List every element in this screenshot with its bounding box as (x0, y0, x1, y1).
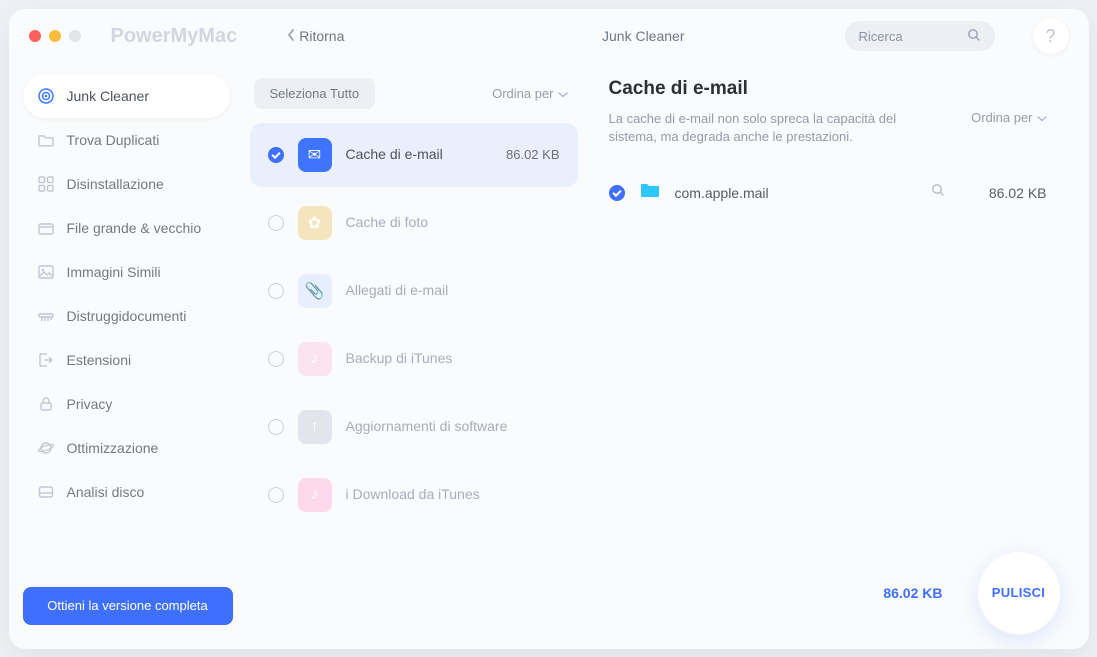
detail-row[interactable]: com.apple.mail 86.02 KB (609, 181, 1047, 204)
category-label: Backup di iTunes (346, 350, 560, 367)
category-item[interactable]: 📎 Allegati di e-mail (250, 259, 578, 323)
disk-icon (37, 483, 55, 501)
footer: 86.02 KB PULISCI (883, 551, 1060, 635)
shredder-icon (37, 307, 55, 325)
checkbox[interactable] (268, 215, 284, 231)
total-size: 86.02 KB (883, 585, 942, 601)
category-list: ✉ Cache di e-mail 86.02 KB ✿ Cache di foto 📎 A… (244, 119, 588, 649)
select-all-button[interactable]: Seleziona Tutto (254, 78, 376, 109)
sidebar-item-label: Immagini Simili (67, 264, 161, 280)
exit-icon (37, 351, 55, 369)
detail-item-name: com.apple.mail (675, 185, 917, 201)
app-window: PowerMyMac Ritorna Junk Cleaner Ricerca … (9, 9, 1089, 649)
sidebar-item-label: Estensioni (67, 352, 132, 368)
sidebar-item-label: Ottimizzazione (67, 440, 159, 456)
sidebar-item-immagini-simili[interactable]: Immagini Simili (23, 250, 230, 294)
detail-title: Cache di e-mail (609, 78, 1047, 100)
category-item[interactable]: ♪ Backup di iTunes (250, 327, 578, 391)
sortby-button[interactable]: Ordina per (492, 86, 567, 101)
sidebar-item-junk-cleaner[interactable]: Junk Cleaner (23, 74, 230, 118)
category-label: i Download da iTunes (346, 486, 560, 503)
sidebar-item-ottimizzazione[interactable]: Ottimizzazione (23, 426, 230, 470)
grid-icon (37, 175, 55, 193)
sortby-label: Ordina per (492, 86, 553, 101)
box-icon (37, 219, 55, 237)
detail-item-size: 86.02 KB (989, 185, 1047, 201)
detail-header-row: La cache di e-mail non solo spreca la ca… (609, 110, 1047, 148)
reveal-icon[interactable] (931, 183, 945, 202)
checkbox[interactable] (268, 351, 284, 367)
planet-icon (37, 439, 55, 457)
sidebar-item-file-grande-vecchio[interactable]: File grande & vecchio (23, 206, 230, 250)
sidebar-item-label: Junk Cleaner (67, 88, 150, 104)
chevron-down-icon (1037, 110, 1047, 125)
category-label: Cache di e-mail (346, 146, 493, 163)
close-icon[interactable] (29, 30, 41, 42)
chevron-left-icon (287, 28, 295, 44)
sidebar-item-privacy[interactable]: Privacy (23, 382, 230, 426)
search-placeholder: Ricerca (859, 29, 903, 44)
traffic-lights (29, 30, 81, 42)
category-icon: ✉ (298, 138, 332, 172)
checkbox[interactable] (268, 487, 284, 503)
lock-icon (37, 395, 55, 413)
category-icon: ♪ (298, 478, 332, 512)
help-button[interactable]: ? (1033, 18, 1069, 54)
category-header: Seleziona Tutto Ordina per (244, 78, 588, 119)
back-label: Ritorna (299, 28, 344, 44)
category-item[interactable]: ↑ Aggiornamenti di software (250, 395, 578, 459)
sidebar-item-label: Analisi disco (67, 484, 145, 500)
category-size: 86.02 KB (506, 147, 560, 162)
sidebar-item-label: Privacy (67, 396, 113, 412)
image-icon (37, 263, 55, 281)
category-item[interactable]: ✉ Cache di e-mail 86.02 KB (250, 123, 578, 187)
checkbox[interactable] (268, 147, 284, 163)
topbar: PowerMyMac Ritorna Junk Cleaner Ricerca … (9, 9, 1089, 64)
category-label: Allegati di e-mail (346, 282, 560, 299)
sidebar-item-label: Trova Duplicati (67, 132, 160, 148)
sidebar-item-disinstallazione[interactable]: Disinstallazione (23, 162, 230, 206)
back-button[interactable]: Ritorna (287, 28, 344, 44)
folder-icon (37, 131, 55, 149)
target-icon (37, 87, 55, 105)
sidebar-item-trova-duplicati[interactable]: Trova Duplicati (23, 118, 230, 162)
app-title: PowerMyMac (111, 25, 238, 48)
category-icon: ↑ (298, 410, 332, 444)
category-item[interactable]: ♪ i Download da iTunes (250, 463, 578, 527)
upgrade-button[interactable]: Ottieni la versione completa (23, 587, 233, 625)
category-icon: ✿ (298, 206, 332, 240)
chevron-down-icon (558, 86, 568, 101)
search-icon (967, 28, 981, 45)
help-icon: ? (1045, 26, 1055, 47)
detail-description: La cache di e-mail non solo spreca la ca… (609, 110, 919, 148)
search-input[interactable]: Ricerca (845, 21, 995, 51)
category-icon: ♪ (298, 342, 332, 376)
category-icon: 📎 (298, 274, 332, 308)
clean-button[interactable]: PULISCI (977, 551, 1061, 635)
minimize-icon[interactable] (49, 30, 61, 42)
category-panel: Seleziona Tutto Ordina per ✉ Cache di e-m… (244, 64, 589, 649)
sidebar: Junk Cleaner Trova Duplicati Disinstallazi… (9, 64, 244, 649)
sidebar-item-analisi-disco[interactable]: Analisi disco (23, 470, 230, 514)
maximize-icon (69, 30, 81, 42)
category-label: Cache di foto (346, 214, 560, 231)
detail-sortby-button[interactable]: Ordina per (971, 110, 1046, 125)
top-section-label: Junk Cleaner (602, 28, 685, 44)
checkbox[interactable] (268, 419, 284, 435)
sidebar-item-estensioni[interactable]: Estensioni (23, 338, 230, 382)
sidebar-item-label: File grande & vecchio (67, 220, 202, 236)
sidebar-item-label: Disinstallazione (67, 176, 164, 192)
sidebar-item-distruggidocumenti[interactable]: Distruggidocumenti (23, 294, 230, 338)
folder-icon (639, 181, 661, 204)
checkbox[interactable] (609, 185, 625, 201)
detail-sortby-label: Ordina per (971, 110, 1032, 125)
sidebar-item-label: Distruggidocumenti (67, 308, 187, 324)
category-label: Aggiornamenti di software (346, 418, 560, 435)
checkbox[interactable] (268, 283, 284, 299)
category-item[interactable]: ✿ Cache di foto (250, 191, 578, 255)
